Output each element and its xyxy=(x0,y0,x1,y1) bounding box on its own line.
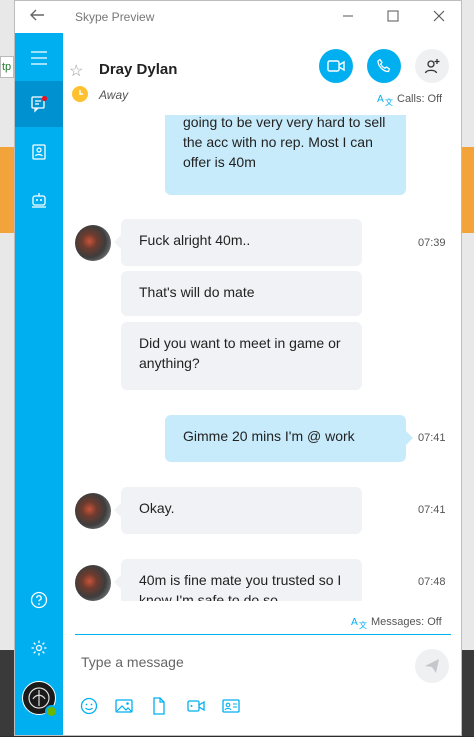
translate-icon: A文 xyxy=(351,617,367,629)
background-url-fragment: tp xyxy=(0,56,14,78)
svg-text:文: 文 xyxy=(385,97,393,106)
settings-button[interactable] xyxy=(15,625,63,671)
message-text: going to be very very hard to sell the a… xyxy=(183,115,386,170)
send-file-button[interactable] xyxy=(149,697,169,715)
sidebar xyxy=(15,33,63,735)
title-bar: Skype Preview xyxy=(15,1,461,33)
minimize-icon xyxy=(343,15,353,17)
window-title: Skype Preview xyxy=(75,10,155,24)
bubble-tail xyxy=(406,431,413,445)
message-list: going to be very very hard to sell the a… xyxy=(63,115,461,601)
my-presence-online-icon xyxy=(45,705,58,718)
minimize-button[interactable] xyxy=(335,5,361,29)
send-image-button[interactable] xyxy=(114,697,134,715)
audio-call-icon xyxy=(377,58,391,73)
message-text: 40m is fine mate you trusted so I know I… xyxy=(139,572,342,601)
bubble-tail xyxy=(114,575,121,589)
sidebar-item-chats[interactable] xyxy=(15,81,63,127)
sidebar-item-contacts[interactable] xyxy=(15,129,63,175)
message-time: 07:48 xyxy=(418,576,446,588)
bots-icon xyxy=(32,193,46,208)
message-incoming[interactable]: Fuck alright 40m.. xyxy=(121,219,362,266)
contact-avatar[interactable] xyxy=(75,493,111,529)
contact-avatar[interactable] xyxy=(75,565,111,601)
message-incoming[interactable]: Did you want to meet in game or anything… xyxy=(121,322,362,390)
contacts-icon xyxy=(32,144,46,160)
contact-avatar[interactable] xyxy=(75,225,111,261)
message-incoming[interactable]: 40m is fine mate you trusted so I know I… xyxy=(121,559,362,601)
send-contact-button[interactable] xyxy=(221,697,241,715)
maximize-icon xyxy=(387,10,399,22)
background-dark-panel xyxy=(462,650,474,736)
file-icon xyxy=(153,697,165,715)
back-arrow-icon xyxy=(30,9,44,21)
messages-translator-toggle[interactable]: A文 Messages: Off xyxy=(351,615,442,629)
message-incoming[interactable]: That's will do mate xyxy=(121,271,362,316)
svg-text:文: 文 xyxy=(359,620,367,629)
message-outgoing[interactable]: going to be very very hard to sell the a… xyxy=(165,115,406,195)
settings-icon xyxy=(31,640,47,656)
emoji-button[interactable] xyxy=(79,697,99,715)
contact-name[interactable]: Dray Dylan xyxy=(99,61,177,78)
message-outgoing[interactable]: Gimme 20 mins I'm @ work xyxy=(165,415,406,462)
background-dark-panel xyxy=(0,650,14,736)
maximize-button[interactable] xyxy=(380,5,406,29)
background-window-right xyxy=(462,0,474,736)
message-time: 07:39 xyxy=(418,237,446,249)
away-status-icon xyxy=(72,86,88,102)
svg-text:A: A xyxy=(351,617,358,628)
sidebar-item-bots[interactable] xyxy=(15,177,63,223)
message-text: Okay. xyxy=(139,500,175,516)
help-icon xyxy=(30,591,48,609)
message-time: 07:41 xyxy=(418,432,446,444)
message-text: That's will do mate xyxy=(139,284,255,300)
add-person-icon xyxy=(424,59,440,74)
help-button[interactable] xyxy=(15,577,63,623)
close-button[interactable] xyxy=(426,5,452,29)
background-window-left: tp xyxy=(0,0,14,736)
close-icon xyxy=(433,10,445,22)
message-time: 07:41 xyxy=(418,504,446,516)
message-text: Did you want to meet in game or anything… xyxy=(139,335,341,371)
bubble-tail xyxy=(114,235,121,249)
composer-divider xyxy=(75,634,451,635)
send-icon xyxy=(425,659,439,673)
image-icon xyxy=(115,699,133,713)
favorite-star-icon[interactable]: ☆ xyxy=(69,61,83,81)
video-message-button[interactable] xyxy=(186,697,206,715)
calls-translator-toggle[interactable]: A文 Calls: Off xyxy=(377,92,442,106)
message-input[interactable] xyxy=(81,651,401,673)
messages-toggle-label: Messages: Off xyxy=(371,616,442,628)
calls-toggle-label: Calls: Off xyxy=(397,93,443,105)
chats-icon xyxy=(31,95,48,113)
message-text: Gimme 20 mins I'm @ work xyxy=(183,428,355,444)
send-button[interactable] xyxy=(415,649,449,683)
background-banner xyxy=(462,147,474,233)
menu-button[interactable] xyxy=(15,35,63,81)
message-text: Fuck alright 40m.. xyxy=(139,232,251,248)
message-incoming[interactable]: Okay. xyxy=(121,487,362,534)
video-call-button[interactable] xyxy=(319,49,353,83)
add-participant-button[interactable] xyxy=(415,49,449,83)
bubble-tail xyxy=(114,503,121,517)
background-banner xyxy=(0,147,14,233)
emoji-icon xyxy=(80,697,98,715)
back-button[interactable] xyxy=(29,7,51,27)
conversation-header: ☆ Dray Dylan Away A文 Calls: Off xyxy=(63,33,461,115)
skype-window: Skype Preview ☆ Dray Dylan Away A 文 Call… xyxy=(14,0,462,736)
contact-status: Away xyxy=(99,88,129,102)
audio-call-button[interactable] xyxy=(367,49,401,83)
contact-card-icon xyxy=(222,699,240,713)
hamburger-icon xyxy=(31,51,47,65)
translate-icon: A文 xyxy=(377,94,393,106)
svg-text:A: A xyxy=(377,94,384,105)
video-call-icon xyxy=(327,60,345,72)
video-message-icon xyxy=(187,700,205,712)
